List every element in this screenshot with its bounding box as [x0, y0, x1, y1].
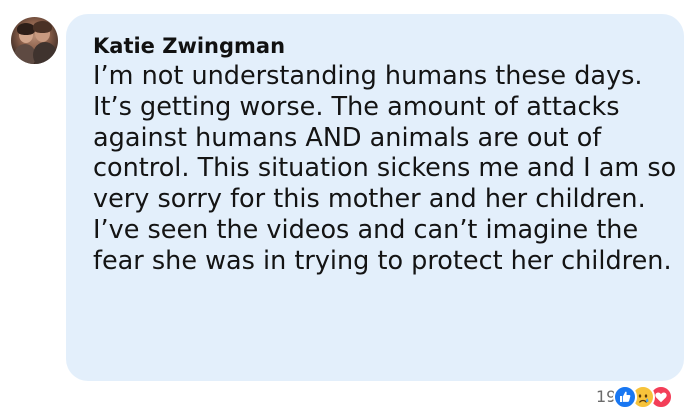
comment-bubble: Katie Zwingman I’m not understanding hum…: [66, 14, 684, 381]
reactions-summary[interactable]: 19: [596, 385, 674, 409]
comment-author[interactable]: Katie Zwingman: [93, 34, 285, 58]
like-icon: [613, 385, 638, 409]
avatar-photo-figure: [33, 42, 57, 64]
comment-text: I’m not understanding humans these days.…: [93, 61, 677, 276]
avatar-photo-hair: [33, 21, 52, 33]
avatar[interactable]: [11, 17, 58, 64]
